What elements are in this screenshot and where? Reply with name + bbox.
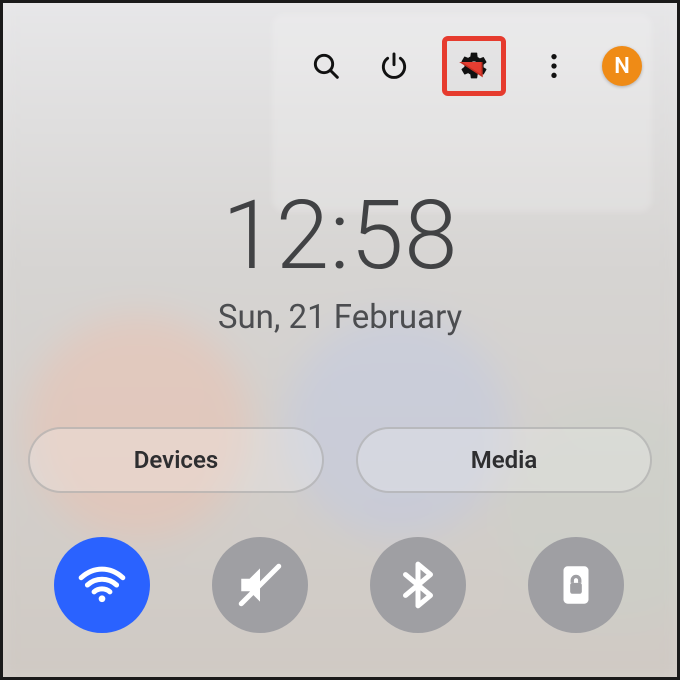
screenshot-border <box>0 0 680 680</box>
